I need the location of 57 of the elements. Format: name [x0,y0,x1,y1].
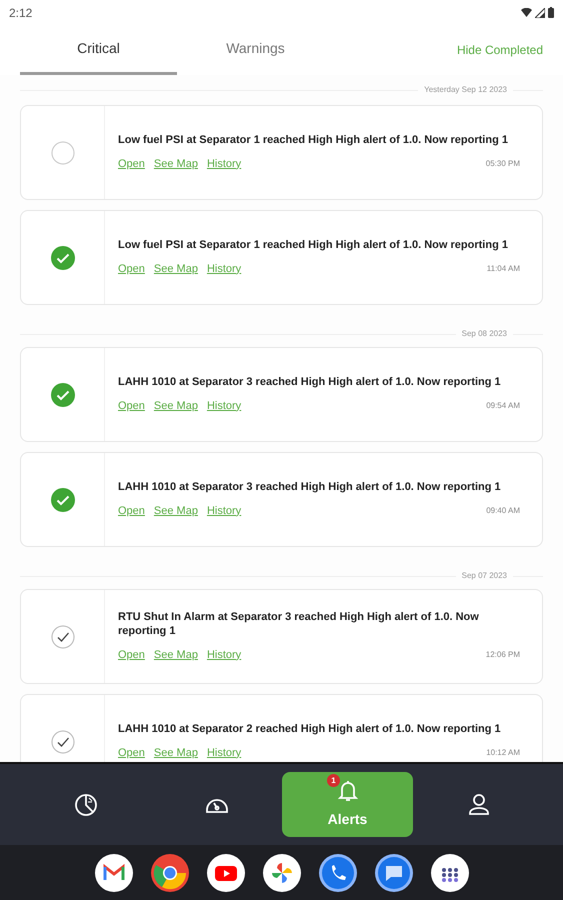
signal-icon [535,8,545,18]
alert-link[interactable]: History [206,260,242,278]
alert-time: 10:12 AM [486,747,520,759]
tab[interactable]: Critical [20,25,177,75]
alert-link[interactable]: Open [118,646,145,664]
date-label: Sep 08 2023 [462,328,507,340]
battery-icon [548,7,554,18]
alert-link[interactable]: Open [118,260,145,278]
check-circle-icon[interactable] [50,488,74,512]
alert-message: RTU Shut In Alarm at Separator 3 reached High High alert of 1.0. Now reporting 1 [118,610,480,638]
check-circle-icon[interactable] [50,382,74,406]
nav-tab[interactable]: Alerts 1 [282,772,413,837]
alert-time: 12:06 PM [486,649,520,661]
wifi-icon [521,8,532,18]
check-circle-icon[interactable] [50,246,74,270]
browser-app-icon[interactable] [150,854,188,892]
alert-link[interactable]: History [206,744,242,762]
tab[interactable]: Warnings [177,25,334,75]
date-label: Yesterday Sep 12 2023 [424,84,507,96]
alert-link[interactable]: See Map [154,646,198,664]
pie-chart-icon [74,792,98,816]
user-icon [468,792,490,816]
check-circle-icon[interactable] [50,624,74,648]
alert-link[interactable]: History [206,646,242,664]
clock-time: 2:12 [9,4,32,22]
alert-link[interactable]: See Map [154,260,198,278]
pinwheel-app-icon[interactable] [262,854,300,892]
notification-badge: 1 [327,774,340,787]
alert-link[interactable]: Open [118,398,145,414]
alert-link[interactable]: Open [118,156,145,172]
alert-link[interactable]: Open [118,502,145,520]
alert-link[interactable]: See Map [154,502,198,520]
date-label: Sep 07 2023 [462,570,507,582]
alert-time: 11:04 AM [486,263,520,275]
alert-message: LAHH 1010 at Separator 3 reached High High alert of 1.0. Now reporting 1 [118,480,502,494]
alert-message: LAHH 1010 at Separator 3 reached High High alert of 1.0. Now reporting 1 [118,374,502,389]
alert-link[interactable]: History [206,156,242,172]
bell-icon [336,779,358,803]
hide-completed-link[interactable]: Hide Completed [456,41,543,59]
check-circle-icon[interactable] [50,730,74,754]
alert-link[interactable]: See Map [154,156,198,172]
video-app-icon[interactable] [206,854,244,892]
alert-link[interactable]: See Map [154,744,198,762]
alert-link[interactable]: See Map [154,398,198,414]
mail-app-icon[interactable] [94,854,132,892]
alert-time: 05:30 PM [486,158,520,170]
alert-message: Low fuel PSI at Separator 1 reached High High alert of 1.0. Now reporting 1 [118,132,509,147]
alert-time: 09:54 AM [486,400,520,412]
alert-link[interactable]: History [206,502,242,520]
alert-message: LAHH 1010 at Separator 2 reached High High alert of 1.0. Now reporting 1 [118,722,502,736]
app-drawer-icon[interactable] [430,854,468,892]
messages-app-icon[interactable] [374,854,412,892]
alert-time: 09:40 AM [486,505,520,517]
phone-app-icon[interactable] [318,854,356,892]
alert-link[interactable]: History [206,398,242,414]
alert-link[interactable]: Open [118,744,145,762]
alert-message: Low fuel PSI at Separator 1 reached High High alert of 1.0. Now reporting 1 [118,238,509,252]
